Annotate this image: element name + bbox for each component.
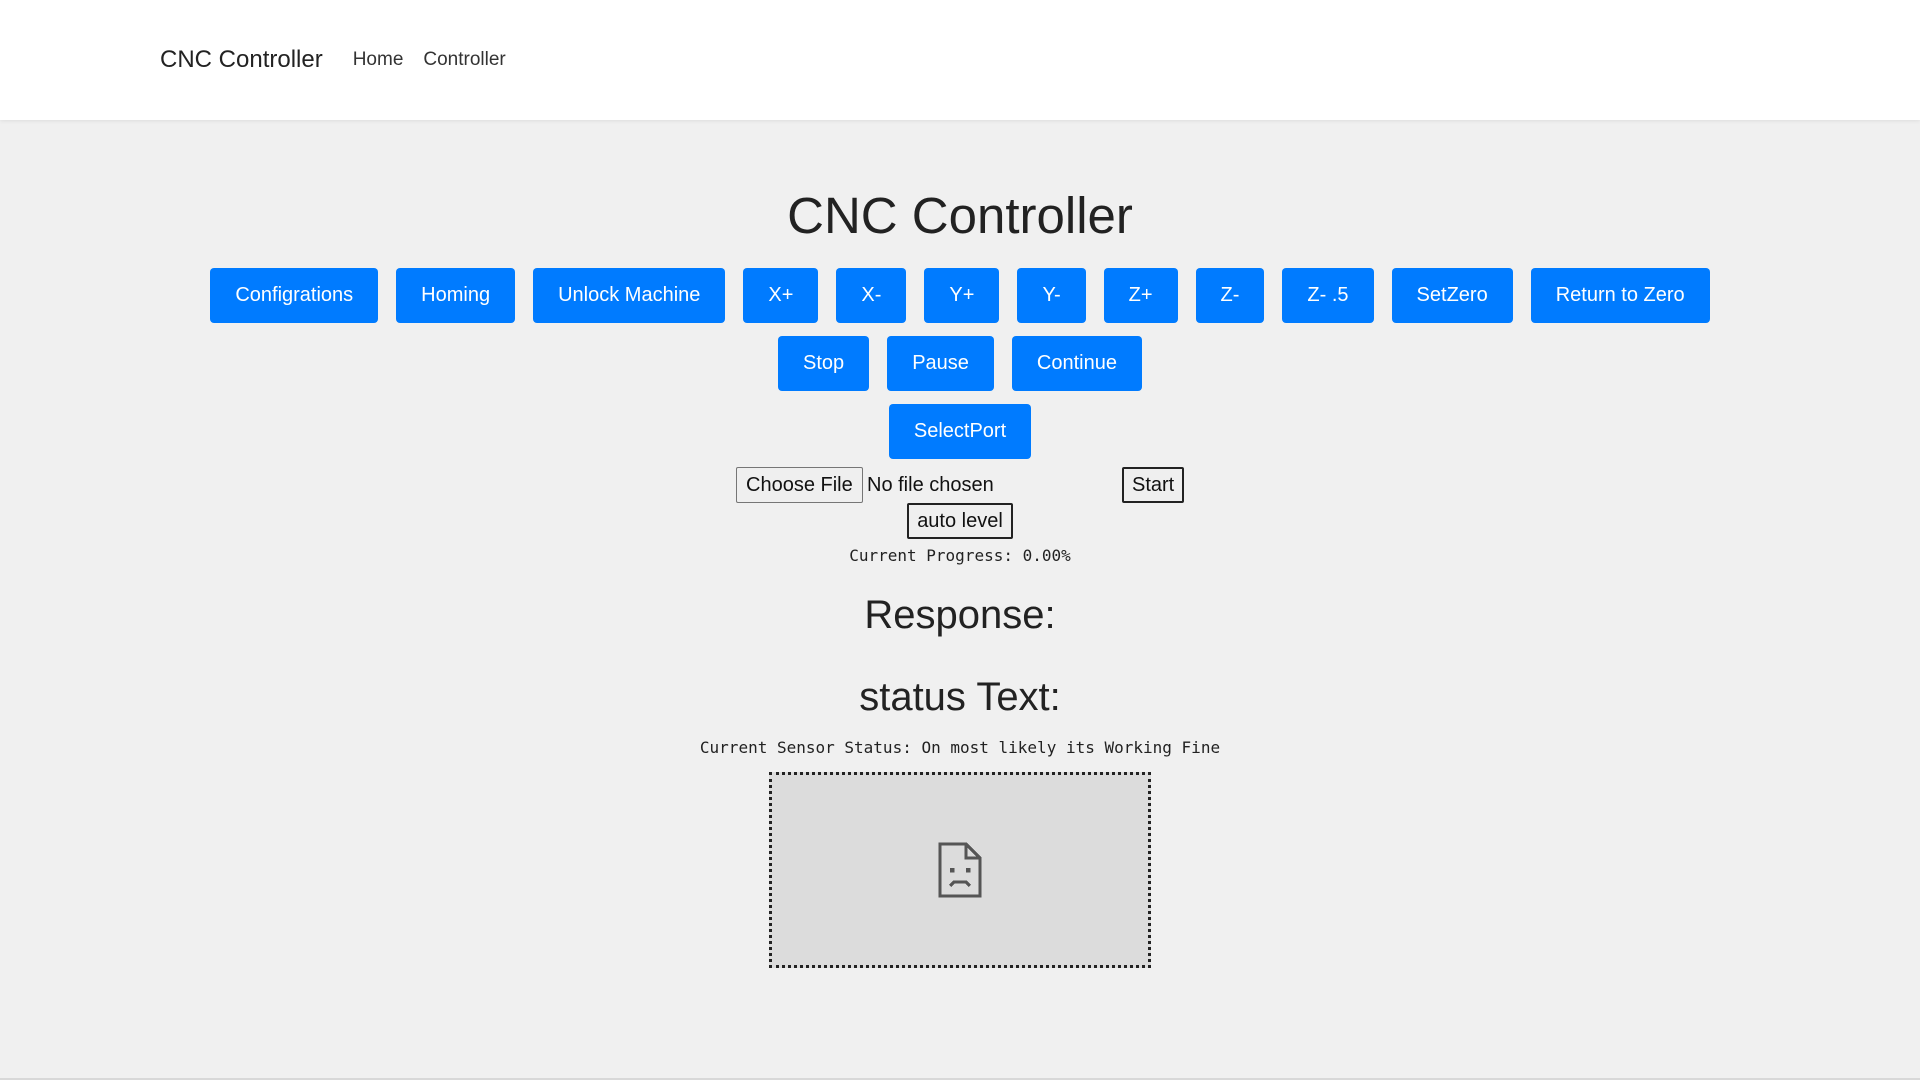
x-minus-button[interactable]: X- bbox=[836, 268, 907, 323]
page-title: CNC Controller bbox=[787, 187, 1133, 244]
choose-file-button[interactable]: Choose File bbox=[736, 467, 863, 503]
navbar-brand[interactable]: CNC Controller bbox=[160, 46, 323, 74]
response-heading: Response: bbox=[864, 593, 1056, 637]
control-buttons-row-2: Stop Pause Continue bbox=[0, 336, 1920, 391]
return-to-zero-button[interactable]: Return to Zero bbox=[1530, 268, 1710, 323]
file-upload-row: Choose File No file chosen Start bbox=[0, 467, 1920, 503]
configurations-button[interactable]: Configrations bbox=[210, 268, 379, 323]
stop-button[interactable]: Stop bbox=[778, 336, 870, 391]
control-buttons-row-1: Configrations Homing Unlock Machine X+ X… bbox=[0, 268, 1920, 323]
auto-level-row: auto level bbox=[0, 503, 1920, 540]
broken-image-placeholder bbox=[769, 772, 1151, 968]
y-minus-button[interactable]: Y- bbox=[1017, 268, 1086, 323]
control-buttons-row-3: SelectPort bbox=[0, 404, 1920, 459]
y-plus-button[interactable]: Y+ bbox=[924, 268, 1000, 323]
file-status-text: No file chosen bbox=[867, 474, 994, 496]
sensor-status-text: Current Sensor Status: On most likely it… bbox=[699, 738, 1221, 757]
x-plus-button[interactable]: X+ bbox=[743, 268, 819, 323]
z-minus-half-button[interactable]: Z- .5 bbox=[1282, 268, 1374, 323]
unlock-machine-button[interactable]: Unlock Machine bbox=[533, 268, 726, 323]
start-button[interactable]: Start bbox=[1122, 467, 1185, 503]
status-heading: status Text: bbox=[859, 675, 1061, 719]
navbar: CNC Controller Home Controller bbox=[0, 0, 1920, 120]
nav-link-controller[interactable]: Controller bbox=[423, 49, 505, 71]
set-zero-button[interactable]: SetZero bbox=[1391, 268, 1513, 323]
broken-image-icon bbox=[938, 842, 982, 898]
auto-level-button[interactable]: auto level bbox=[907, 503, 1013, 539]
select-port-button[interactable]: SelectPort bbox=[888, 404, 1032, 459]
pause-button[interactable]: Pause bbox=[887, 336, 994, 391]
z-minus-button[interactable]: Z- bbox=[1195, 268, 1265, 323]
progress-text: Current Progress: 0.00% bbox=[849, 546, 1071, 565]
nav-link-home[interactable]: Home bbox=[353, 49, 404, 71]
main-content: CNC Controller Configrations Homing Unlo… bbox=[0, 120, 1920, 968]
homing-button[interactable]: Homing bbox=[396, 268, 516, 323]
z-plus-button[interactable]: Z+ bbox=[1103, 268, 1178, 323]
continue-button[interactable]: Continue bbox=[1011, 336, 1142, 391]
